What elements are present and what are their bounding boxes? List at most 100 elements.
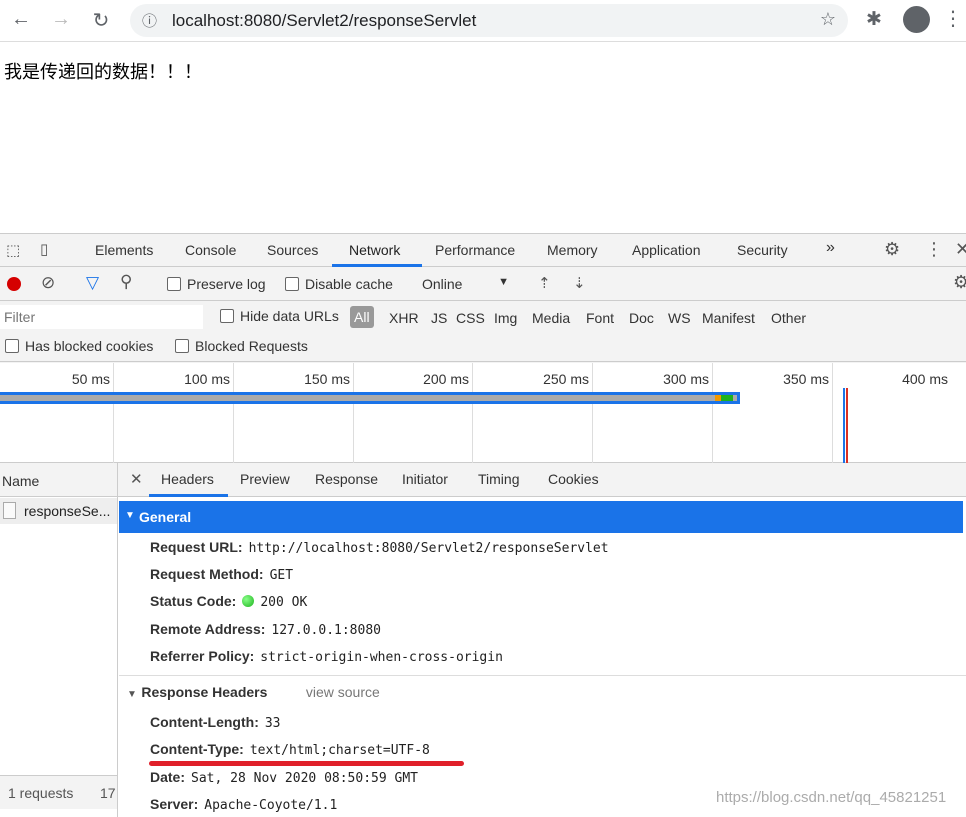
tick-label: 150 ms — [304, 371, 350, 387]
tab-sources[interactable]: Sources — [267, 242, 318, 258]
header-row: Referrer Policy: strict-origin-when-cross… — [150, 648, 503, 666]
tab-headers[interactable]: Headers — [161, 471, 214, 487]
filter-doc[interactable]: Doc — [629, 310, 654, 326]
header-value: text/html;charset=UTF-8 — [249, 743, 430, 758]
request-count: 1 requests — [8, 785, 74, 801]
tick-label: 350 ms — [783, 371, 829, 387]
throttling-select[interactable]: Online ▼ — [422, 276, 512, 292]
grid-line — [233, 363, 234, 463]
general-title: General — [139, 509, 192, 525]
filter-js[interactable]: JS — [431, 310, 447, 326]
detail-tab-bar: ✕ Headers Preview Response Initiator Tim… — [118, 463, 966, 497]
filter-css[interactable]: CSS — [456, 310, 485, 326]
tab-initiator[interactable]: Initiator — [402, 471, 448, 487]
tab-network[interactable]: Network — [349, 242, 400, 258]
menu-icon[interactable]: ⋮ — [943, 6, 963, 31]
header-label: Server: — [150, 796, 199, 812]
request-row[interactable]: responseSe... — [0, 498, 117, 524]
name-column-header[interactable]: Name — [0, 463, 117, 497]
transfer-size: 17 — [100, 785, 116, 801]
customize-menu-icon[interactable]: ⋮ — [925, 239, 943, 260]
close-devtools-icon[interactable]: ✕ — [955, 239, 966, 260]
network-settings-icon[interactable]: ⚙ — [953, 272, 966, 293]
blocked-requests-label: Blocked Requests — [195, 338, 308, 354]
request-name: responseSe... — [24, 503, 111, 519]
throttling-value: Online — [422, 276, 463, 292]
inspect-element-icon[interactable]: ⬚ — [6, 241, 20, 259]
load-line — [846, 388, 848, 463]
export-har-icon[interactable]: ⇣ — [573, 274, 586, 292]
tab-console[interactable]: Console — [185, 242, 236, 258]
hide-data-urls-checkbox[interactable]: Hide data URLs — [220, 308, 339, 324]
tab-elements[interactable]: Elements — [95, 242, 153, 258]
header-value: http://localhost:8080/Servlet2/responseS… — [248, 541, 609, 556]
filter-img[interactable]: Img — [494, 310, 517, 326]
tab-cookies[interactable]: Cookies — [548, 471, 599, 487]
response-headers-section-header[interactable]: ▼ Response Headers view source — [127, 684, 380, 702]
tick-label: 250 ms — [543, 371, 589, 387]
tab-memory[interactable]: Memory — [547, 242, 598, 258]
header-label: Referrer Policy: — [150, 648, 255, 664]
close-details-icon[interactable]: ✕ — [130, 470, 143, 488]
tab-security[interactable]: Security — [737, 242, 788, 258]
hide-data-urls-label: Hide data URLs — [240, 308, 339, 324]
has-blocked-cookies-checkbox[interactable]: Has blocked cookies — [5, 338, 153, 354]
profile-avatar-icon[interactable] — [903, 6, 930, 33]
filter-other[interactable]: Other — [771, 310, 806, 326]
tab-preview[interactable]: Preview — [240, 471, 290, 487]
has-blocked-cookies-label: Has blocked cookies — [25, 338, 154, 354]
devtools-panel: ⬚ ▯ Elements Console Sources Network Per… — [0, 233, 966, 817]
preserve-log-checkbox[interactable]: Preserve log — [167, 276, 266, 292]
filter-xhr[interactable]: XHR — [389, 310, 419, 326]
grid-line — [712, 363, 713, 463]
header-value: Sat, 28 Nov 2020 08:50:59 GMT — [191, 771, 418, 786]
overview-timeline[interactable]: 50 ms 100 ms 150 ms 200 ms 250 ms 300 ms… — [0, 363, 966, 463]
forward-icon[interactable]: → — [48, 8, 74, 31]
grid-line — [472, 363, 473, 463]
header-value: 200 OK — [260, 595, 308, 610]
tab-application[interactable]: Application — [632, 242, 701, 258]
star-icon[interactable]: ☆ — [820, 9, 836, 30]
address-bar[interactable]: ⓘ localhost:8080/Servlet2/responseServle… — [130, 4, 848, 37]
tab-response[interactable]: Response — [315, 471, 378, 487]
device-toolbar-icon[interactable]: ▯ — [40, 240, 48, 258]
blocked-requests-checkbox[interactable]: Blocked Requests — [175, 338, 308, 354]
triangle-down-icon: ▼ — [127, 689, 137, 700]
filter-icon[interactable]: ▽ — [86, 273, 99, 293]
network-toolbar: ⊘ ▽ ⚲ Preserve log Disable cache Online ▼… — [0, 267, 966, 301]
filter-all[interactable]: All — [350, 306, 374, 328]
filter-manifest[interactable]: Manifest — [702, 310, 755, 326]
header-label: Content-Type: — [150, 741, 244, 757]
grid-line — [832, 363, 833, 463]
back-icon[interactable]: ← — [8, 8, 34, 31]
watermark: https://blog.csdn.net/qq_45821251 — [716, 789, 947, 806]
header-row: Status Code: 200 OK — [150, 593, 307, 611]
header-label: Request Method: — [150, 566, 264, 582]
filter-ws[interactable]: WS — [668, 310, 691, 326]
document-icon — [3, 502, 16, 519]
view-source-link[interactable]: view source — [306, 684, 380, 700]
reload-icon[interactable]: ↻ — [88, 8, 114, 33]
disable-cache-checkbox[interactable]: Disable cache — [285, 276, 393, 292]
chevron-down-icon: ▼ — [498, 276, 509, 288]
clear-icon[interactable]: ⊘ — [41, 273, 55, 293]
general-section-header[interactable]: ▼ General — [119, 501, 963, 533]
more-tabs-icon[interactable]: » — [826, 239, 835, 257]
tab-performance[interactable]: Performance — [435, 242, 515, 258]
red-underline-annotation — [149, 761, 464, 766]
import-har-icon[interactable]: ⇡ — [538, 274, 551, 292]
request-list: Name responseSe... 1 requests 17 — [0, 463, 118, 817]
filter-input[interactable] — [0, 305, 203, 329]
record-icon[interactable] — [7, 277, 21, 291]
tab-timing[interactable]: Timing — [478, 471, 520, 487]
filter-font[interactable]: Font — [586, 310, 614, 326]
devtools-tab-bar: ⬚ ▯ Elements Console Sources Network Per… — [0, 234, 966, 267]
section-divider — [119, 675, 966, 676]
filter-media[interactable]: Media — [532, 310, 570, 326]
url-text[interactable]: localhost:8080/Servlet2/responseServlet — [172, 11, 476, 31]
search-icon[interactable]: ⚲ — [120, 272, 132, 292]
settings-icon[interactable]: ⚙ — [884, 239, 900, 260]
preserve-log-label: Preserve log — [187, 276, 266, 292]
tick-label: 200 ms — [423, 371, 469, 387]
extensions-icon[interactable]: ✱ — [866, 8, 882, 31]
